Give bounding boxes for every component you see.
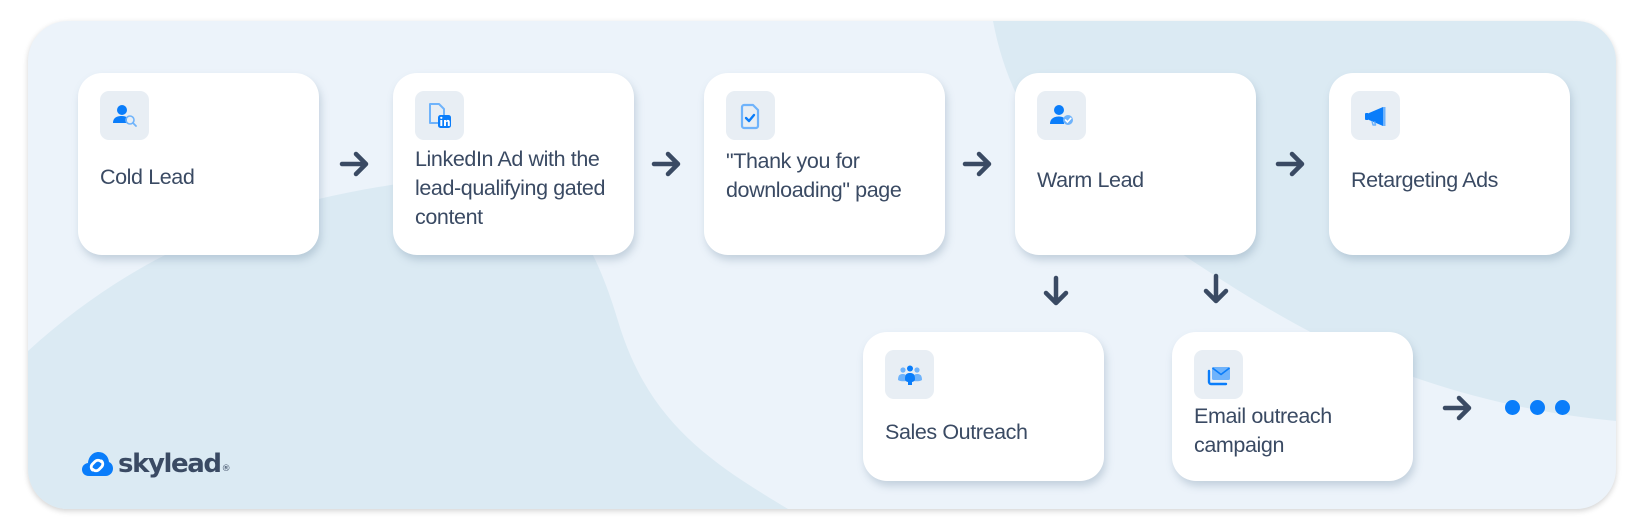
ellipsis-dot xyxy=(1555,400,1570,415)
diagram-frame: Cold Lead LinkedIn Ad with the lead-qual… xyxy=(28,21,1616,509)
arrow-right-icon xyxy=(1442,395,1472,421)
icon-container xyxy=(885,350,934,399)
icon-container xyxy=(1037,91,1086,140)
step-label: Retargeting Ads xyxy=(1351,168,1498,192)
icon-container xyxy=(726,91,775,140)
icon-container xyxy=(415,91,464,140)
arrow-down-icon xyxy=(1043,275,1069,306)
ellipsis-dot xyxy=(1530,400,1545,415)
step-card-sales-outreach[interactable]: Sales Outreach xyxy=(863,332,1104,481)
arrow-right-icon xyxy=(339,151,369,177)
step-card-email-outreach[interactable]: Email outreach campaign xyxy=(1172,332,1413,481)
arrow-right-icon xyxy=(651,151,681,177)
user-verified-icon xyxy=(1049,104,1073,125)
brand-name: skylead xyxy=(118,449,222,479)
registered-mark: ® xyxy=(221,464,231,474)
icon-container xyxy=(1351,91,1400,140)
step-card-thank-you-page[interactable]: "Thank you for downloading" page xyxy=(704,73,945,255)
step-label: LinkedIn Ad with the lead-qualifying gat… xyxy=(415,147,606,229)
cloud-link-icon xyxy=(82,452,113,476)
step-label: Cold Lead xyxy=(100,165,195,189)
icon-container xyxy=(100,91,149,140)
step-card-warm-lead[interactable]: Warm Lead xyxy=(1015,73,1256,255)
ellipsis-dot xyxy=(1505,400,1520,415)
step-card-linkedin-ad[interactable]: LinkedIn Ad with the lead-qualifying gat… xyxy=(393,73,634,255)
step-card-cold-lead[interactable]: Cold Lead xyxy=(78,73,319,255)
envelope-icon xyxy=(1207,366,1230,385)
icon-container xyxy=(1194,350,1243,399)
step-label: Warm Lead xyxy=(1037,168,1144,192)
arrow-right-icon xyxy=(1275,151,1305,177)
team-icon xyxy=(897,365,922,385)
user-search-icon xyxy=(112,104,137,127)
step-card-retargeting-ads[interactable]: Retargeting Ads xyxy=(1329,73,1570,255)
megaphone-icon xyxy=(1364,106,1385,126)
step-label: "Thank you for downloading" page xyxy=(726,149,902,202)
step-label: Sales Outreach xyxy=(885,420,1028,444)
brand-logo: skylead ® xyxy=(80,446,231,482)
step-label: Email outreach campaign xyxy=(1194,404,1332,457)
linkedin-document-icon xyxy=(428,102,451,128)
document-check-icon xyxy=(740,103,759,129)
arrow-down-icon xyxy=(1203,273,1229,304)
arrow-right-icon xyxy=(962,151,992,177)
